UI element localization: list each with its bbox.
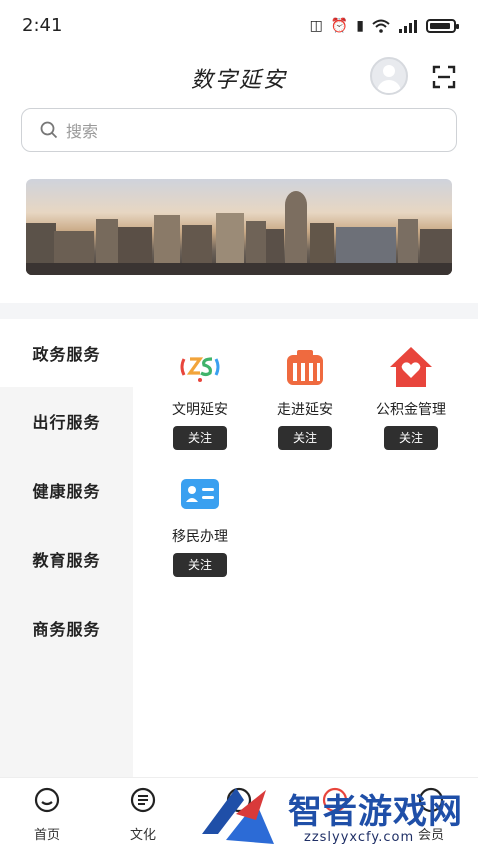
sidebar-item-gov[interactable]: 政务服务 [0, 319, 133, 387]
service-card-gongjijin[interactable]: 公积金管理 关注 [363, 345, 459, 450]
tab-home[interactable]: 首页 [12, 786, 82, 843]
watermark-url: zzslyyxcfy.com [304, 830, 415, 845]
scan-icon[interactable] [432, 65, 456, 89]
search-icon [40, 121, 58, 139]
sidebar-item-label: 健康服务 [32, 482, 101, 501]
follow-button[interactable]: 关注 [173, 426, 227, 450]
wifi-icon [372, 19, 390, 33]
service-name: 移民办理 [172, 529, 228, 545]
status-time: 2:41 [22, 15, 63, 36]
follow-button[interactable]: 关注 [173, 553, 227, 577]
watermark-title: 智者游戏网 [288, 792, 463, 832]
sidebar-item-label: 出行服务 [32, 413, 101, 432]
status-bar: 2:41 ◫ ⏰ ▮ [0, 0, 478, 52]
service-name: 文明延安 [172, 402, 228, 418]
sidebar-item-health[interactable]: 健康服务 [0, 456, 133, 524]
sidebar-item-label: 政务服务 [32, 345, 101, 364]
skyline-image [26, 191, 452, 275]
home-icon [34, 787, 60, 813]
follow-button[interactable]: 关注 [278, 426, 332, 450]
tab-culture[interactable]: 文化 [108, 786, 178, 843]
sidebar-item-business[interactable]: 商务服务 [0, 594, 133, 662]
app-header: 数字延安 [0, 52, 478, 102]
id-card-icon [181, 479, 219, 509]
service-card-wenming[interactable]: 文明延安 关注 [152, 345, 248, 450]
nfc-icon: ◫ [309, 18, 323, 34]
search-input[interactable]: 搜索 [21, 108, 457, 152]
site-watermark: 智者游戏网 zzslyyxcfy.com [196, 784, 478, 850]
avatar[interactable] [370, 57, 408, 95]
watermark-logo [202, 788, 274, 844]
service-grid: 文明延安 关注 走进延安 关注 公积金管理 关注 移民办理 关注 [133, 319, 478, 777]
alarm-icon: ⏰ [330, 18, 349, 34]
document-icon [130, 787, 156, 813]
tab-label: 首页 [33, 828, 60, 843]
service-name: 走进延安 [277, 402, 333, 418]
vibrate-icon: ▮ [356, 18, 364, 34]
search-placeholder: 搜索 [66, 122, 99, 141]
section-divider [0, 303, 478, 319]
sidebar-item-travel[interactable]: 出行服务 [0, 387, 133, 455]
service-card-yimin[interactable]: 移民办理 关注 [152, 472, 248, 577]
building-icon [287, 350, 323, 385]
category-sidebar: 政务服务 出行服务 健康服务 教育服务 商务服务 [0, 319, 133, 777]
city-banner[interactable] [26, 179, 452, 275]
follow-button[interactable]: 关注 [384, 426, 438, 450]
battery-icon [426, 19, 459, 33]
signal-icon [399, 20, 417, 33]
service-card-zoujin[interactable]: 走进延安 关注 [257, 345, 353, 450]
house-heart-icon [390, 347, 432, 387]
sidebar-item-label: 教育服务 [32, 551, 101, 570]
wenming-logo-icon [180, 357, 220, 382]
service-name: 公积金管理 [376, 402, 446, 418]
status-icons: ◫ ⏰ ▮ [309, 18, 459, 34]
sidebar-item-education[interactable]: 教育服务 [0, 525, 133, 593]
sidebar-item-label: 商务服务 [32, 620, 101, 639]
tab-label: 文化 [129, 828, 156, 843]
